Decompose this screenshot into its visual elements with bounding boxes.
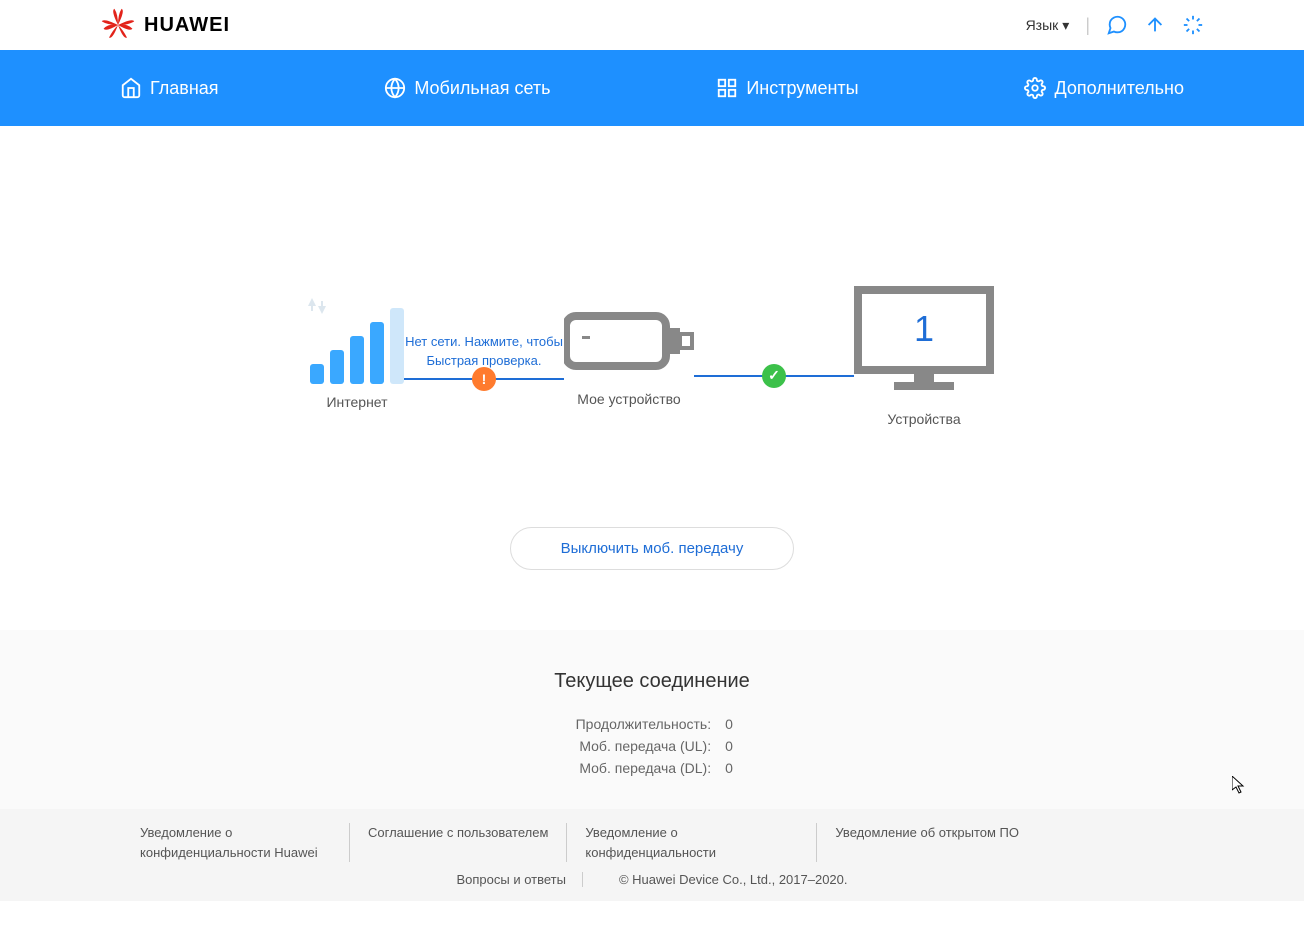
footer-faq[interactable]: Вопросы и ответы [440, 872, 582, 887]
nav-advanced[interactable]: Дополнительно [1004, 50, 1204, 126]
nav-mobile-label: Мобильная сеть [414, 78, 550, 99]
duration-value: 0 [725, 716, 733, 732]
dl-value: 0 [725, 760, 733, 776]
status-row: Интернет Нет сети. Нажмите, чтобы Быстра… [100, 286, 1204, 427]
connection-section: Текущее соединение Продолжительность: 0 … [0, 630, 1304, 809]
language-selector[interactable]: Язык ▾ [1026, 17, 1070, 34]
signal-bars-icon [310, 304, 404, 384]
device-count: 1 [914, 308, 934, 349]
error-badge-icon: ! [472, 367, 496, 391]
ul-value: 0 [725, 738, 733, 754]
connector-internet-device[interactable]: Нет сети. Нажмите, чтобы Быстрая проверк… [404, 333, 564, 379]
ul-label: Моб. передача (UL): [571, 738, 711, 754]
duration-label: Продолжительность: [571, 716, 711, 732]
divider: | [1085, 15, 1090, 36]
logo[interactable]: HUAWEI [100, 7, 230, 43]
footer-links: Уведомление о конфиденциальности Huawei … [100, 823, 1204, 862]
nav-mobile[interactable]: Мобильная сеть [364, 50, 570, 126]
footer-bottom: Вопросы и ответы © Huawei Device Co., Lt… [100, 872, 1204, 887]
modem-device-icon [564, 306, 694, 376]
ok-badge-icon: ✓ [762, 364, 786, 388]
footer-privacy[interactable]: Уведомление о конфиденциальности [567, 823, 817, 862]
footer-user-agreement[interactable]: Соглашение с пользователем [350, 823, 567, 862]
connection-title: Текущее соединение [0, 670, 1304, 693]
connector-device-clients: ✓ [694, 337, 854, 377]
stat-dl: Моб. передача (DL): 0 [571, 757, 733, 779]
connection-stats: Продолжительность: 0 Моб. передача (UL):… [571, 713, 733, 779]
chevron-down-icon: ▾ [1062, 17, 1069, 34]
huawei-logo-icon [100, 7, 136, 43]
internet-label: Интернет [310, 394, 404, 410]
nav-advanced-label: Дополнительно [1054, 78, 1184, 99]
main: Интернет Нет сети. Нажмите, чтобы Быстра… [0, 126, 1304, 630]
devices-label: Устройства [854, 411, 994, 427]
device-status[interactable]: Мое устройство [564, 306, 694, 407]
grid-icon [716, 77, 738, 99]
footer: Уведомление о конфиденциальности Huawei … [0, 809, 1304, 901]
monitor-icon: 1 [854, 286, 994, 396]
header: HUAWEI Язык ▾ | [0, 0, 1304, 50]
gear-icon [1024, 77, 1046, 99]
update-icon[interactable] [1144, 14, 1166, 36]
navbar: Главная Мобильная сеть Инструменты Допол… [0, 50, 1304, 126]
nav-home-label: Главная [150, 78, 219, 99]
internet-status[interactable]: Интернет [310, 304, 404, 410]
dl-label: Моб. передача (DL): [571, 760, 711, 776]
connector-error-text: Нет сети. Нажмите, чтобы Быстрая проверк… [404, 333, 564, 369]
stat-ul: Моб. передача (UL): 0 [571, 735, 733, 757]
nav-tools[interactable]: Инструменты [696, 50, 878, 126]
footer-privacy-huawei[interactable]: Уведомление о конфиденциальности Huawei [100, 823, 350, 862]
footer-copyright: © Huawei Device Co., Ltd., 2017–2020. [603, 872, 864, 887]
messages-icon[interactable] [1106, 14, 1128, 36]
header-right: Язык ▾ | [1026, 14, 1204, 36]
device-label: Мое устройство [564, 391, 694, 407]
language-label: Язык [1026, 17, 1059, 33]
home-icon [120, 77, 142, 99]
globe-icon [384, 77, 406, 99]
toggle-mobile-data-button[interactable]: Выключить моб. передачу [510, 527, 795, 570]
nav-home[interactable]: Главная [100, 50, 239, 126]
signal-arrows-icon [306, 296, 328, 321]
devices-status[interactable]: 1 Устройства [854, 286, 994, 427]
brand-name: HUAWEI [144, 14, 230, 37]
footer-opensource[interactable]: Уведомление об открытом ПО [817, 823, 1037, 862]
loading-icon[interactable] [1182, 14, 1204, 36]
stat-duration: Продолжительность: 0 [571, 713, 733, 735]
nav-tools-label: Инструменты [746, 78, 858, 99]
